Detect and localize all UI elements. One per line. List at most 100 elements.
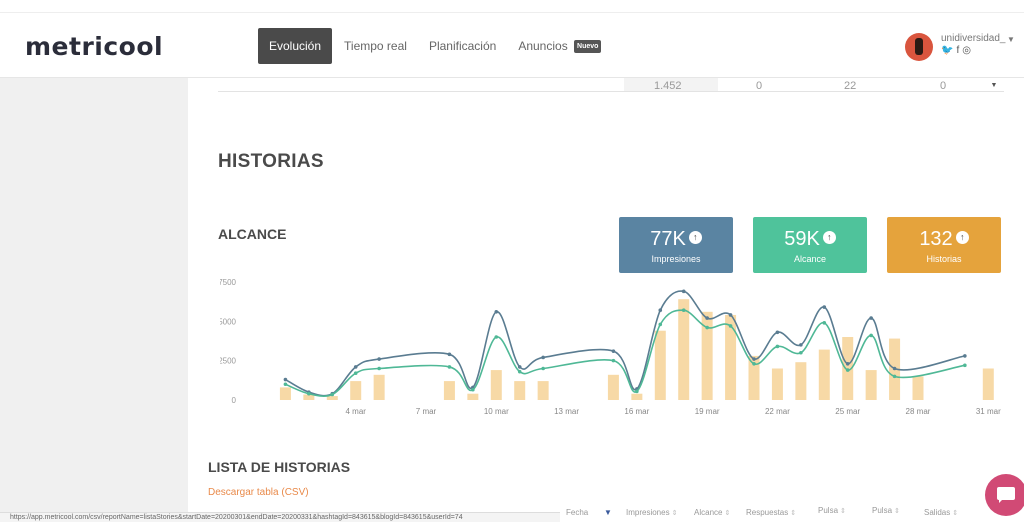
series-point: [892, 374, 897, 379]
download-csv-link[interactable]: Descargar tabla (CSV): [208, 487, 309, 498]
series-point: [471, 387, 475, 392]
series-point: [799, 350, 803, 355]
x-tick-label: 4 mar: [345, 407, 366, 416]
chat-button[interactable]: [985, 474, 1024, 516]
kpi-impresiones-value: 77K: [650, 228, 686, 250]
chart-bar: [795, 362, 807, 400]
table-header: Fecha ▼ Impresiones ⇕ Alcance ⇕ Respuestas…: [556, 506, 976, 522]
th-alcance[interactable]: Alcance ⇕: [694, 508, 730, 517]
metricool-logo[interactable]: metricool: [25, 32, 163, 61]
chart-bar: [678, 299, 690, 400]
series-point: [541, 355, 545, 360]
x-tick-label: 28 mar: [906, 407, 931, 416]
status-bar-url: https://app.metricool.com/csv/reportName…: [0, 512, 560, 522]
series-point: [377, 366, 381, 371]
chart-bar: [279, 387, 291, 400]
series-point: [822, 305, 827, 309]
series-point: [822, 321, 827, 325]
chart-bar: [607, 374, 619, 400]
section-title: HISTORIAS: [218, 151, 324, 172]
cut-cell-3: 22: [844, 80, 857, 92]
x-tick-label: 19 mar: [695, 407, 720, 416]
series-point: [963, 363, 967, 368]
series-point: [611, 349, 616, 353]
kpi-impresiones: 77K ↑ Impresiones: [619, 217, 733, 273]
series-point: [728, 324, 733, 328]
chart-bar: [490, 370, 502, 400]
series-point: [752, 361, 756, 366]
scroll-down-icon[interactable]: ▼: [986, 79, 1002, 93]
kpi-historias-value: 132: [919, 228, 953, 250]
list-title: LISTA DE HISTORIAS: [208, 459, 351, 475]
series-point: [869, 316, 873, 320]
nav-planificacion[interactable]: Planificación: [419, 28, 506, 64]
series-point: [447, 365, 452, 369]
x-tick-label: 25 mar: [835, 407, 860, 416]
chart-bar: [631, 393, 643, 400]
th-salidas[interactable]: Salidas ⇕: [924, 508, 958, 517]
arrow-up-icon: ↑: [822, 231, 836, 245]
nav-anuncios[interactable]: Anuncios Nuevo: [508, 28, 611, 64]
sort-desc-icon[interactable]: ▼: [604, 508, 612, 517]
series-point: [330, 392, 335, 397]
series-point: [494, 335, 499, 339]
series-point: [447, 352, 452, 357]
chart-bar: [818, 349, 830, 400]
user-name: unidiversidad_: [941, 33, 1006, 44]
y-tick-label: 7500: [220, 278, 237, 287]
chart-bar: [326, 396, 338, 400]
reach-title: ALCANCE: [218, 226, 287, 242]
th-pulsa-2[interactable]: Pulsa ⇕: [872, 506, 900, 515]
th-respuestas[interactable]: Respuestas ⇕: [746, 508, 796, 517]
chart-bar: [537, 381, 549, 400]
cut-cell-2: 0: [756, 80, 763, 92]
table-row-partial: 1.452 0 22 0: [218, 78, 1004, 92]
series-point: [845, 368, 850, 372]
series-point: [681, 308, 686, 313]
series-point: [775, 344, 780, 349]
chart-bar: [865, 370, 877, 400]
x-tick-label: 7 mar: [416, 407, 437, 416]
y-tick-label: 0: [232, 396, 237, 405]
series-point: [353, 365, 358, 369]
chart-bar: [654, 330, 666, 400]
chart-bar: [514, 381, 526, 400]
social-icons: 🐦f◎: [941, 45, 974, 56]
series-point: [541, 366, 545, 371]
chart-bar: [350, 381, 362, 400]
nav-evolucion[interactable]: Evolución: [258, 28, 333, 64]
chart-bar: [443, 381, 455, 400]
nav-tiempo-real[interactable]: Tiempo real: [334, 28, 417, 64]
chart-bar: [771, 368, 783, 400]
cut-cell-4: 0: [940, 80, 947, 92]
twitter-icon: 🐦: [941, 45, 957, 56]
x-tick-label: 13 mar: [554, 407, 579, 416]
series-point: [869, 333, 873, 338]
series-point: [775, 330, 780, 335]
nav-anuncios-label: Anuncios: [518, 39, 568, 53]
x-tick-label: 10 mar: [484, 407, 509, 416]
main-nav: Evolución Tiempo real Planificación Anun…: [258, 28, 613, 64]
series-line-impresiones: [285, 290, 966, 397]
reach-chart: 0 2500 5000 7500 4 mar 7 mar 10 mar 13 mar 16 ma…: [220, 278, 1001, 416]
chevron-down-icon[interactable]: ▼: [1007, 35, 1015, 44]
new-badge: Nuevo: [574, 40, 602, 54]
user-menu[interactable]: unidiversidad_ 🐦f◎ ▼: [905, 31, 1015, 63]
th-pulsa-1[interactable]: Pulsa ⇕: [818, 506, 846, 515]
top-bar: metricool Evolución Tiempo real Planific…: [0, 0, 1024, 78]
series-point: [517, 365, 522, 369]
x-tick-label: 22 mar: [765, 407, 790, 416]
series-point: [799, 343, 803, 347]
top-divider: [0, 12, 1024, 13]
x-tick-label: 31 mar: [976, 407, 1001, 416]
th-fecha[interactable]: Fecha: [566, 508, 588, 517]
series-point: [494, 310, 499, 314]
th-impresiones[interactable]: Impresiones ⇕: [626, 508, 677, 517]
series-point: [283, 382, 288, 387]
series-point: [658, 322, 663, 327]
series-point: [635, 389, 639, 394]
arrow-up-icon: ↑: [688, 231, 702, 245]
kpi-alcance: 59K ↑ Alcance: [753, 217, 867, 273]
instagram-icon: ◎: [962, 45, 974, 56]
chart-bar: [373, 374, 385, 400]
